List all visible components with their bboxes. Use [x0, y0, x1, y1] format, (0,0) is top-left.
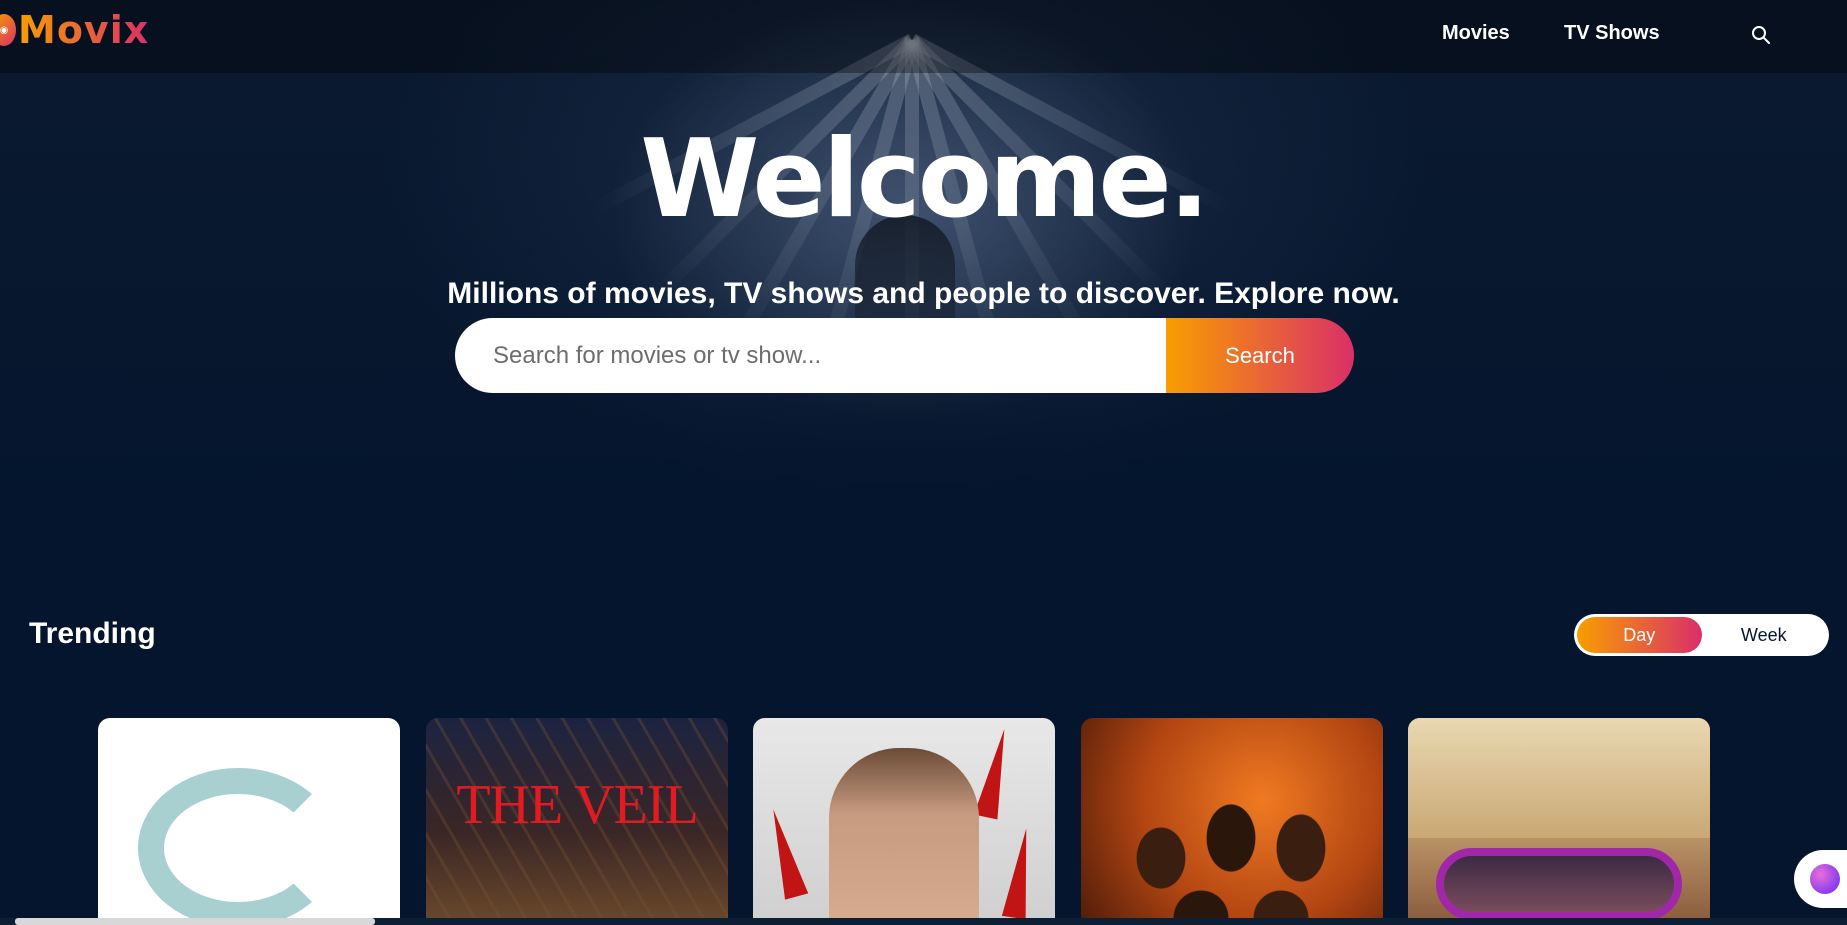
logo-text: Movix — [18, 8, 150, 52]
tab-week[interactable]: Week — [1702, 617, 1827, 653]
hero-subtitle: Millions of movies, TV shows and people … — [447, 277, 1400, 310]
movie-card[interactable] — [753, 718, 1055, 925]
nav-movies[interactable]: Movies — [1442, 22, 1510, 45]
movie-card[interactable] — [1408, 718, 1710, 925]
nav-tv-shows[interactable]: TV Shows — [1564, 22, 1660, 45]
search-button[interactable]: Search — [1166, 318, 1354, 393]
movie-card[interactable]: THE VEIL — [426, 718, 728, 925]
hero-title: Welcome. — [640, 117, 1210, 242]
movie-card[interactable] — [98, 718, 400, 925]
search-input[interactable] — [455, 318, 1166, 393]
poster-artwork — [138, 768, 338, 925]
search-icon[interactable] — [1751, 25, 1771, 45]
brain-icon — [1810, 864, 1840, 894]
logo[interactable]: ◉ Movix — [0, 8, 149, 52]
scrollbar-thumb[interactable] — [15, 918, 375, 925]
trending-carousel: THE VEIL — [0, 718, 1847, 925]
poster-artwork — [1111, 778, 1351, 925]
hero-search-bar: Search — [455, 318, 1354, 393]
poster-artwork — [829, 748, 979, 925]
trending-period-switch: Day Week — [1574, 614, 1829, 656]
assistant-widget-button[interactable] — [1794, 850, 1847, 908]
poster-title: THE VEIL — [456, 774, 698, 836]
horizontal-scrollbar[interactable] — [0, 918, 1847, 925]
trending-title: Trending — [29, 617, 156, 650]
poster-artwork — [1436, 848, 1682, 920]
top-header: ◉ Movix Movies TV Shows — [0, 0, 1847, 73]
logo-mark-icon: ◉ — [0, 14, 16, 46]
tab-day[interactable]: Day — [1577, 617, 1702, 653]
movie-card[interactable] — [1081, 718, 1383, 925]
